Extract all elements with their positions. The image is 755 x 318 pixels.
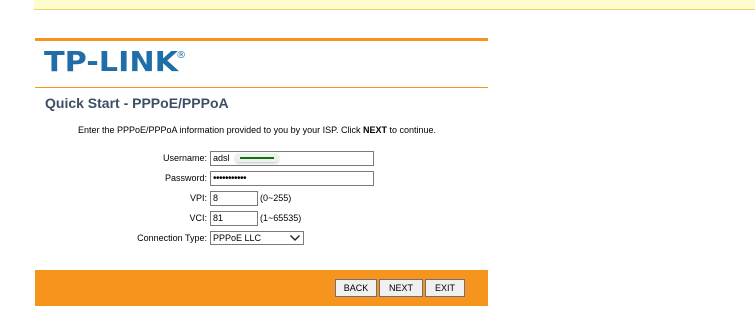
vci-value: 81	[213, 213, 224, 223]
intro-text: Enter the PPPoE/PPPoA information provid…	[78, 124, 436, 136]
username-value: adsl	[213, 153, 230, 163]
header-top-rule	[35, 38, 488, 41]
username-input[interactable]: adsl	[210, 151, 374, 166]
vpi-value: 8	[213, 193, 219, 203]
vci-label: VCI:	[189, 213, 207, 223]
notification-bar	[34, 0, 755, 10]
header-bottom-rule	[35, 87, 488, 88]
page-title: Quick Start - PPPoE/PPPoA	[45, 95, 229, 111]
vpi-label: VPI:	[189, 193, 207, 203]
chevron-down-icon	[289, 234, 301, 242]
username-label: Username:	[162, 153, 207, 163]
vpi-input[interactable]: 8	[210, 191, 258, 206]
intro-text-next: NEXT	[363, 125, 388, 135]
tp-link-logo: TP-LINK ®	[44, 47, 186, 87]
connection-type-label: Connection Type:	[137, 233, 207, 243]
next-button[interactable]: NEXT	[379, 279, 423, 297]
logo-text: TP-LINK	[44, 45, 179, 78]
intro-text-end: to continue.	[387, 125, 437, 135]
exit-button[interactable]: EXIT	[425, 279, 465, 297]
password-input[interactable]: •••••••••••	[210, 171, 374, 186]
vpi-range-hint: (0~255)	[260, 193, 292, 203]
autofill-indicator	[236, 154, 278, 162]
vci-range-hint: (1~65535)	[260, 213, 302, 223]
vci-input[interactable]: 81	[210, 211, 258, 226]
connection-type-select[interactable]: PPPoE LLC	[210, 231, 304, 245]
password-value: •••••••••••	[213, 173, 247, 184]
connection-type-value: PPPoE LLC	[213, 233, 262, 243]
intro-text-start: Enter the PPPoE/PPPoA information provid…	[78, 125, 363, 135]
back-button[interactable]: BACK	[335, 279, 377, 297]
password-label: Password:	[164, 173, 207, 183]
